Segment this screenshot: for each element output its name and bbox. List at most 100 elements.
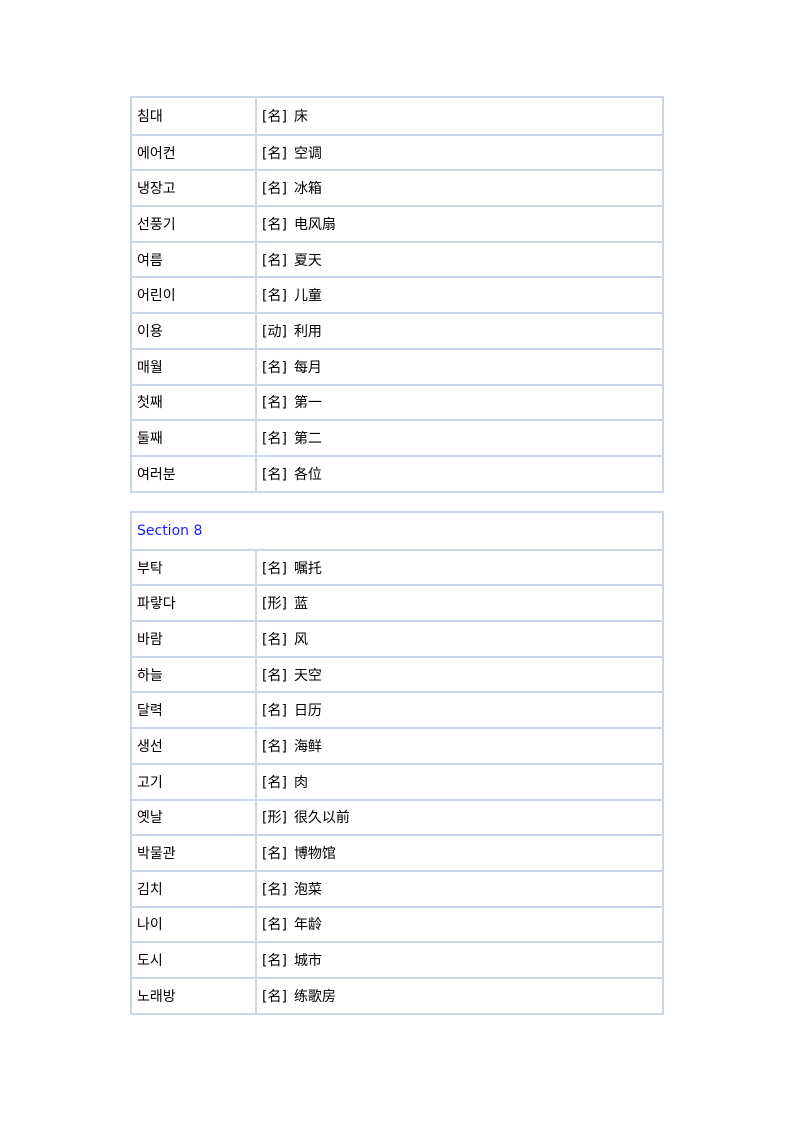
chinese-meaning: 城市 [293, 953, 322, 970]
part-of-speech: [名] [262, 846, 287, 863]
korean-word: 냉장고 [132, 171, 257, 206]
chinese-meaning: 各位 [293, 466, 322, 483]
korean-word: 나이 [132, 907, 257, 942]
definition-cell: [名] 空调 [257, 136, 662, 170]
part-of-speech: [名] [262, 560, 287, 577]
korean-word: 바람 [132, 622, 257, 656]
vocab-row: 하늘 [名] 天空 [132, 655, 662, 692]
chinese-meaning: 日历 [293, 703, 322, 720]
vocab-row: 바람 [名] 风 [132, 620, 662, 656]
korean-word: 선풍기 [132, 207, 257, 241]
definition-cell: [名] 儿童 [257, 278, 662, 312]
chinese-meaning: 夏天 [293, 252, 322, 269]
vocab-row: 어린이 [名] 儿童 [132, 276, 662, 313]
part-of-speech: [名] [262, 145, 287, 162]
chinese-meaning: 儿童 [293, 288, 322, 305]
part-of-speech: [名] [262, 288, 287, 305]
definition-cell: [名] 风 [257, 622, 662, 656]
korean-word: 첫째 [132, 385, 257, 420]
chinese-meaning: 第二 [293, 431, 322, 448]
chinese-meaning: 很久以前 [293, 810, 350, 827]
chinese-meaning: 嘱托 [293, 560, 322, 577]
definition-cell: [名] 海鲜 [257, 729, 662, 763]
korean-word: 이용 [132, 314, 257, 348]
part-of-speech: [名] [262, 631, 287, 648]
part-of-speech: [名] [262, 988, 287, 1005]
definition-cell: [名] 练歌房 [257, 979, 662, 1013]
part-of-speech: [名] [262, 216, 287, 233]
vocab-row: 나이 [名] 年龄 [132, 905, 662, 942]
definition-cell: [名] 床 [257, 98, 662, 134]
definition-cell: [名] 天空 [257, 658, 662, 692]
korean-word: 김치 [132, 871, 257, 906]
part-of-speech: [形] [262, 810, 287, 827]
korean-word: 에어컨 [132, 135, 257, 170]
vocab-row: 박물관 [名] 博物馆 [132, 834, 662, 870]
definition-cell: [名] 泡菜 [257, 872, 662, 906]
part-of-speech: [名] [262, 431, 287, 448]
chinese-meaning: 海鲜 [293, 738, 322, 755]
vocab-row: 냉장고 [名] 冰箱 [132, 169, 662, 206]
vocab-row: 여러분 [名] 各位 [132, 454, 662, 491]
definition-cell: [名] 电风扇 [257, 207, 662, 241]
part-of-speech: [名] [262, 181, 287, 198]
chinese-meaning: 风 [293, 631, 308, 648]
vocabulary-table-section-8: Section 8 부탁 [名] 嘱托 파랗다 [形] 蓝 바람 [名] 风 하늘 [名] 天… [130, 511, 664, 1015]
vocab-row: 옛날 [形] 很久以前 [132, 798, 662, 835]
chinese-meaning: 肉 [293, 774, 308, 791]
definition-cell: [名] 嘱托 [257, 551, 662, 585]
vocab-row: 선풍기 [名] 电风扇 [132, 205, 662, 241]
part-of-speech: [名] [262, 359, 287, 376]
part-of-speech: [名] [262, 953, 287, 970]
vocab-row: 파랗다 [形] 蓝 [132, 584, 662, 621]
chinese-meaning: 练歌房 [293, 988, 336, 1005]
korean-word: 여름 [132, 242, 257, 277]
definition-cell: [形] 蓝 [257, 586, 662, 620]
korean-word: 하늘 [132, 657, 257, 692]
vocab-row: 노래방 [名] 练歌房 [132, 976, 662, 1013]
section-title: Section 8 [137, 522, 203, 539]
vocab-row: 이용 [动] 利用 [132, 312, 662, 348]
vocab-row: 생선 [名] 海鲜 [132, 727, 662, 763]
korean-word: 매월 [132, 349, 257, 384]
chinese-meaning: 利用 [293, 323, 322, 340]
chinese-meaning: 电风扇 [293, 216, 336, 233]
korean-word: 둘째 [132, 421, 257, 455]
definition-cell: [形] 很久以前 [257, 801, 662, 835]
chinese-meaning: 泡菜 [293, 881, 322, 898]
korean-word: 고기 [132, 764, 257, 799]
definition-cell: [名] 城市 [257, 943, 662, 977]
definition-cell: [名] 博物馆 [257, 836, 662, 870]
vocabulary-table-1: 침대 [名] 床 에어컨 [名] 空调 냉장고 [名] 冰箱 선풍기 [名] 电风扇 여름 [名… [130, 96, 664, 493]
part-of-speech: [名] [262, 466, 287, 483]
korean-word: 노래방 [132, 978, 257, 1013]
vocab-row: 도시 [名] 城市 [132, 941, 662, 977]
vocab-row: 고기 [名] 肉 [132, 762, 662, 799]
part-of-speech: [名] [262, 703, 287, 720]
vocab-row: 부탁 [名] 嘱托 [132, 548, 662, 585]
part-of-speech: [名] [262, 252, 287, 269]
chinese-meaning: 床 [293, 108, 308, 125]
part-of-speech: [名] [262, 667, 287, 684]
korean-word: 도시 [132, 943, 257, 977]
korean-word: 달력 [132, 693, 257, 728]
definition-cell: [动] 利用 [257, 314, 662, 348]
vocab-row: 달력 [名] 日历 [132, 691, 662, 728]
korean-word: 파랗다 [132, 586, 257, 621]
part-of-speech: [名] [262, 738, 287, 755]
korean-word: 박물관 [132, 836, 257, 870]
definition-cell: [名] 夏天 [257, 243, 662, 277]
vocab-row: 에어컨 [名] 空调 [132, 133, 662, 170]
vocab-row: 첫째 [名] 第一 [132, 383, 662, 420]
part-of-speech: [名] [262, 881, 287, 898]
vocab-row: 둘째 [名] 第二 [132, 419, 662, 455]
definition-cell: [名] 日历 [257, 693, 662, 727]
korean-word: 생선 [132, 729, 257, 763]
korean-word: 부탁 [132, 550, 257, 585]
chinese-meaning: 第一 [293, 395, 322, 412]
korean-word: 옛날 [132, 800, 257, 835]
part-of-speech: [动] [262, 323, 287, 340]
vocab-row: 여름 [名] 夏天 [132, 240, 662, 277]
chinese-meaning: 蓝 [293, 596, 308, 613]
chinese-meaning: 冰箱 [293, 181, 322, 198]
